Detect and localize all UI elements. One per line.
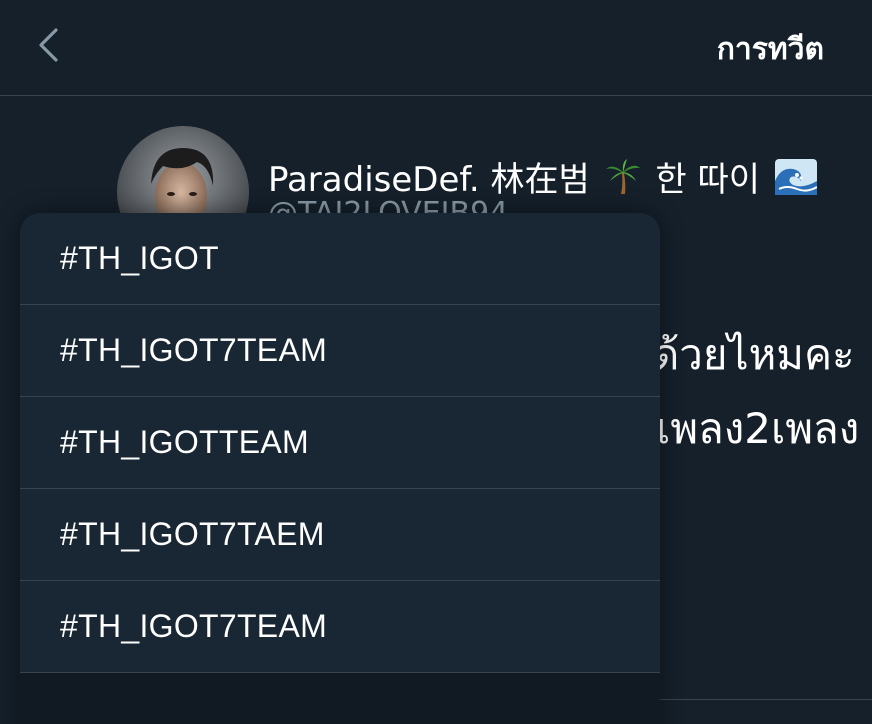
hashtag-suggestion[interactable]: #TH_IGOT7TAEM: [20, 489, 660, 581]
hashtag-suggestions-dropdown: #TH_IGOT #TH_IGOT7TEAM #TH_IGOTTEAM #TH_…: [20, 213, 660, 724]
hashtag-suggestion[interactable]: #TH_IGOT7TEAM: [20, 305, 660, 397]
hashtag-suggestion[interactable]: #TH_IGOT7TEAM: [20, 581, 660, 673]
hashtag-label: #TH_IGOT7TEAM: [60, 332, 328, 368]
tweet-line-2: เพลง2เพลง: [656, 404, 860, 453]
divider: [660, 699, 872, 700]
chevron-left-icon: [39, 28, 58, 62]
hashtag-suggestion[interactable]: #TH_IGOTTEAM: [20, 397, 660, 489]
display-name-text: ParadiseDef. 林在범: [268, 160, 590, 200]
hashtag-label: #TH_IGOTTEAM: [60, 424, 309, 460]
tweet-screen: การทวีต ParadiseDef. 林在범 한 따이 ด้วยไหมคะ …: [0, 0, 872, 724]
dropdown-footer: [20, 673, 660, 724]
hashtag-label: #TH_IGOT7TAEM: [60, 516, 325, 552]
tweet-line-1: ด้วยไหมคะ: [652, 330, 855, 379]
hashtag-label: #TH_IGOT: [60, 240, 219, 276]
wave-emoji: [774, 159, 818, 204]
palm-tree-emoji: [605, 159, 641, 204]
header-bar: การทวีต: [0, 0, 872, 96]
page-title: การทวีต: [716, 32, 824, 67]
hashtag-suggestion[interactable]: #TH_IGOT: [20, 213, 660, 305]
hashtag-label: #TH_IGOT7TEAM: [60, 608, 328, 644]
display-name-korean: 한 따이: [655, 160, 761, 200]
back-button[interactable]: [30, 22, 70, 68]
